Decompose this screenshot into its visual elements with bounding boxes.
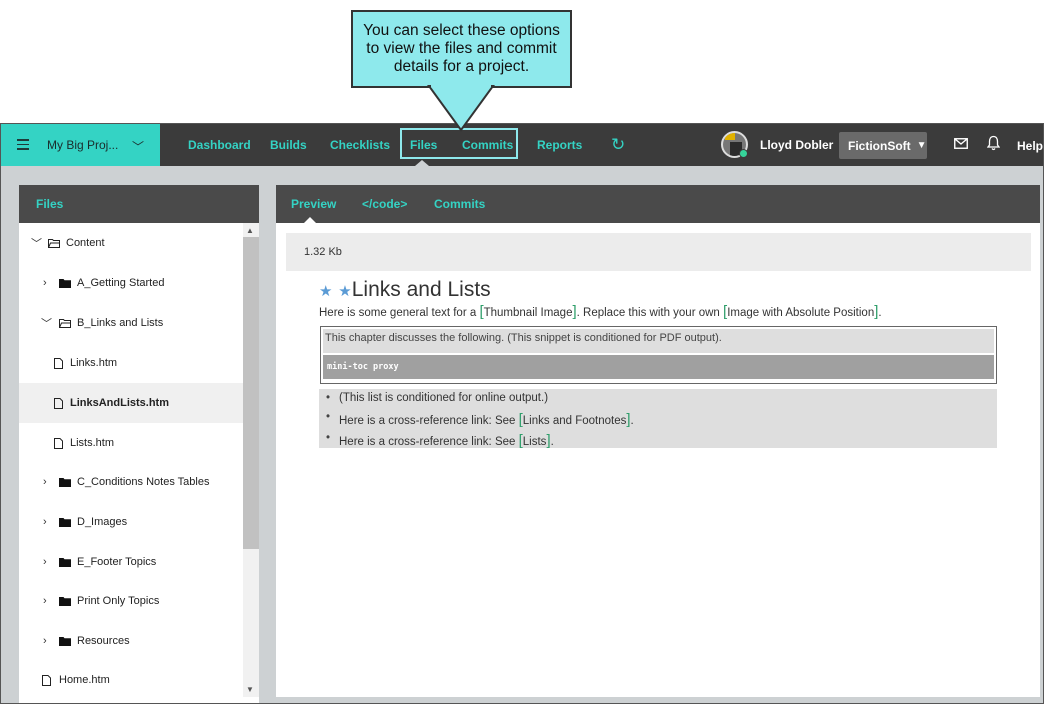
preview-tabs: Preview </code> Commits [276, 185, 1040, 223]
chevron-right-icon[interactable]: › [43, 476, 47, 488]
list-item-text: Here is a cross-reference link: See [339, 436, 519, 448]
user-name[interactable]: Lloyd Dobler [760, 138, 833, 152]
tree-item-links-htm[interactable]: Links.htm [19, 343, 243, 383]
file-tree: ﹀ Content › A_Getting Started ﹀ B_Links … [19, 223, 243, 697]
folder-icon [59, 477, 71, 487]
doc-intro-paragraph: Here is some general text for a [Thumbna… [319, 303, 882, 320]
tree-item-label: Lists.htm [70, 437, 115, 449]
tree-item-home-htm[interactable]: Home.htm [19, 660, 243, 697]
absolute-image-link[interactable]: Image with Absolute Position [727, 307, 874, 319]
app-window: My Big Proj... ﹀ Dashboard Builds Checkl… [0, 123, 1044, 704]
scroll-thumb[interactable] [243, 237, 259, 549]
file-icon [54, 397, 63, 409]
tree-item-label: Print Only Topics [77, 595, 160, 607]
tree-item-resources[interactable]: › Resources [19, 621, 243, 661]
thumbnail-image-link[interactable]: Thumbnail Image [484, 307, 573, 319]
files-panel: Files ﹀ Content › A_Getting Started ﹀ B_… [19, 185, 259, 703]
star-icon: ★ [319, 283, 333, 300]
files-panel-title: Files [36, 197, 64, 211]
file-icon [54, 357, 63, 369]
tree-item-label: Home.htm [59, 674, 110, 686]
active-nav-caret [415, 160, 429, 166]
tree-item-label: D_Images [77, 516, 128, 528]
active-tab-caret [304, 217, 316, 223]
chevron-right-icon[interactable]: › [43, 556, 47, 568]
tree-item-lists-htm[interactable]: Lists.htm [19, 423, 243, 463]
doc-title-text: Links and Lists [351, 278, 491, 301]
list-item-text: (This list is conditioned for online out… [339, 392, 549, 404]
tree-item-label: A_Getting Started [77, 277, 165, 289]
tree-item-e-footer-topics[interactable]: › E_Footer Topics [19, 542, 243, 582]
chevron-right-icon[interactable]: › [43, 595, 47, 607]
folder-icon [59, 636, 71, 646]
lists-link[interactable]: Lists [523, 436, 547, 448]
help-link[interactable]: Help [1017, 139, 1043, 153]
file-icon [54, 437, 63, 449]
hamburger-icon[interactable] [17, 139, 29, 150]
tree-scrollbar[interactable]: ▲ ▼ [243, 223, 259, 697]
pdf-snippet-box: This chapter discusses the following. (T… [320, 326, 997, 384]
list-item: Here is a cross-reference link: See [Lin… [326, 411, 634, 428]
chevron-down-icon: ▼ [916, 140, 927, 151]
chevron-right-icon[interactable]: › [43, 635, 47, 647]
online-list: (This list is conditioned for online out… [319, 389, 997, 449]
intro-text: . Replace this with your own [576, 307, 724, 319]
tree-item-label: Links.htm [70, 357, 118, 369]
list-item-text: . [630, 415, 634, 427]
list-item: Here is a cross-reference link: See [Lis… [326, 432, 554, 449]
file-size: 1.32 Kb [304, 246, 342, 258]
open-folder-icon [59, 318, 71, 328]
preview-panel: Preview </code> Commits 1.32 Kb ★ ★Links… [276, 185, 1040, 697]
files-panel-header: Files [19, 185, 259, 223]
minitoc-proxy: mini-toc proxy [323, 355, 994, 379]
scroll-down-icon[interactable]: ▼ [246, 685, 254, 694]
tree-item-label: Content [66, 237, 105, 249]
folder-icon [59, 278, 71, 288]
tree-item-print-only-topics[interactable]: › Print Only Topics [19, 581, 243, 621]
tree-item-label: E_Footer Topics [77, 556, 157, 568]
file-icon [42, 674, 51, 686]
folder-icon [59, 517, 71, 527]
intro-text: . [878, 307, 882, 319]
folder-icon [59, 596, 71, 606]
tree-item-a-getting-started[interactable]: › A_Getting Started [19, 263, 243, 303]
callout-pointer [427, 84, 495, 132]
tree-item-label: LinksAndLists.htm [70, 397, 170, 409]
tree-item-label: B_Links and Lists [77, 317, 164, 329]
scroll-up-icon[interactable]: ▲ [246, 226, 254, 235]
tab-commits[interactable]: Commits [434, 197, 485, 211]
tab-preview[interactable]: Preview [291, 197, 336, 211]
file-size-bar: 1.32 Kb [286, 233, 1031, 271]
tree-item-b-links-and-lists[interactable]: ﹀ B_Links and Lists [19, 303, 243, 343]
org-name: FictionSoft [848, 138, 911, 153]
open-folder-icon [48, 238, 60, 248]
project-name: My Big Proj... [47, 138, 119, 152]
chevron-right-icon[interactable]: › [43, 516, 47, 528]
list-item-text: . [550, 436, 554, 448]
tree-item-d-images[interactable]: › D_Images [19, 502, 243, 542]
snippet-text: This chapter discusses the following. (T… [323, 329, 994, 353]
online-status-dot [739, 149, 748, 158]
tree-item-c-conditions[interactable]: › C_Conditions Notes Tables [19, 462, 243, 502]
star-icon: ★ [338, 283, 352, 300]
chevron-down-icon[interactable]: ﹀ [132, 138, 144, 155]
chevron-down-icon[interactable]: ﹀ [31, 235, 42, 251]
list-item: (This list is conditioned for online out… [326, 392, 549, 404]
folder-icon [59, 557, 71, 567]
chevron-down-icon[interactable]: ﹀ [41, 315, 52, 331]
doc-title: ★ ★Links and Lists [319, 278, 491, 302]
links-and-footnotes-link[interactable]: Links and Footnotes [523, 415, 627, 427]
tree-item-linksandlists-htm[interactable]: LinksAndLists.htm [19, 383, 243, 423]
tab-code[interactable]: </code> [362, 197, 407, 211]
list-item-text: Here is a cross-reference link: See [339, 415, 519, 427]
intro-text: Here is some general text for a [319, 307, 480, 319]
chevron-right-icon[interactable]: › [43, 277, 47, 289]
tree-item-content[interactable]: ﹀ Content [19, 223, 243, 263]
tree-item-label: Resources [77, 635, 130, 647]
tree-item-label: C_Conditions Notes Tables [77, 476, 210, 488]
